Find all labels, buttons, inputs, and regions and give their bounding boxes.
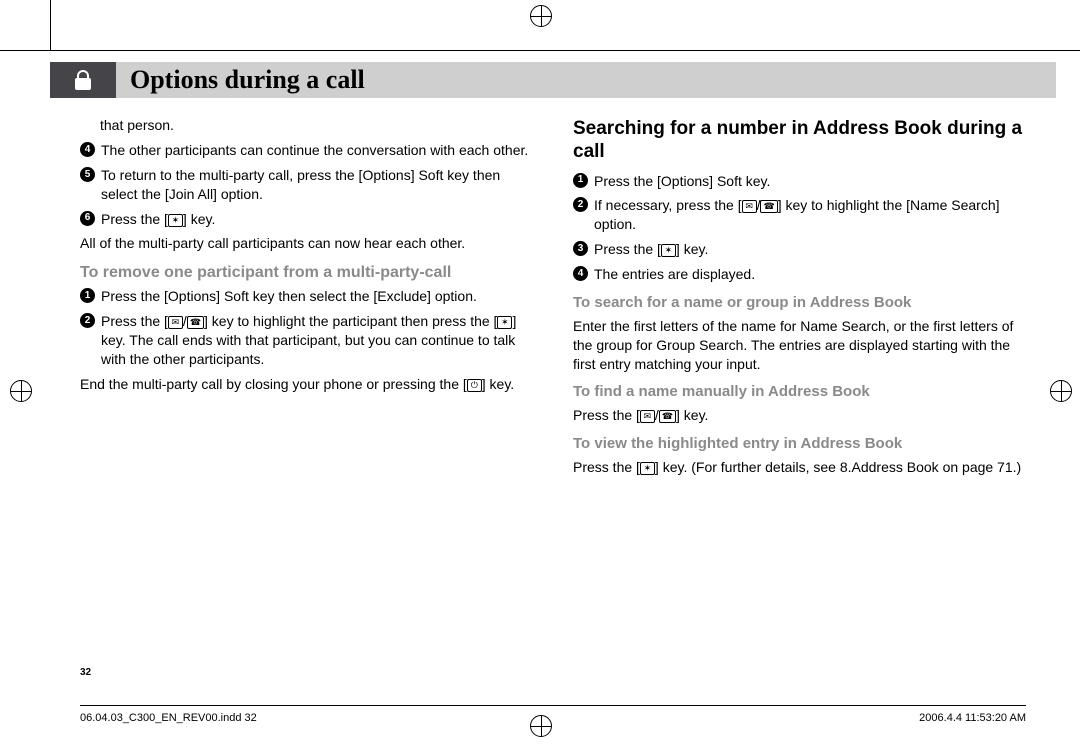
list-item: 2 Press the [✉/☎] key to highlight the p… bbox=[80, 312, 533, 369]
sub-outro-text: End the multi-party call by closing your… bbox=[80, 375, 533, 394]
list-item: 4 The entries are displayed. bbox=[573, 265, 1026, 284]
footer-right: 2006.4.4 11:53:20 AM bbox=[919, 712, 1026, 724]
list-item-text: Press the [Options] Soft key then select… bbox=[101, 287, 477, 306]
page-number: 32 bbox=[80, 667, 91, 678]
list-item: 6 Press the [✶] key. bbox=[80, 210, 533, 229]
end-key-icon: ⏻ bbox=[467, 379, 482, 392]
circled-number: 2 bbox=[80, 313, 95, 328]
list-item: 1 Press the [Options] Soft key. bbox=[573, 172, 1026, 191]
msg-key-icon: ✉ bbox=[742, 200, 757, 213]
msg-key-icon: ✉ bbox=[640, 410, 655, 423]
sub2-body: Press the [✉/☎] key. bbox=[573, 406, 1026, 425]
footer-left: 06.04.03_C300_EN_REV00.indd 32 bbox=[80, 712, 257, 724]
page-content: Options during a call that person. 4 The… bbox=[50, 50, 1056, 728]
circled-number: 5 bbox=[80, 167, 95, 182]
circled-number: 4 bbox=[80, 142, 95, 157]
subheading-view-highlighted-entry: To view the highlighted entry in Address… bbox=[573, 435, 1026, 454]
ok-key-icon: ✶ bbox=[661, 244, 676, 257]
title-text-wrap: Options during a call bbox=[116, 62, 1056, 98]
columns: that person. 4 The other participants ca… bbox=[50, 116, 1056, 483]
page-title: Options during a call bbox=[130, 65, 365, 95]
list-item-text: Press the [✶] key. bbox=[594, 240, 708, 259]
call-key-icon: ☎ bbox=[760, 200, 777, 213]
sub3-body: Press the [✶] key. (For further details,… bbox=[573, 458, 1026, 477]
subheading-remove-participant: To remove one participant from a multi-p… bbox=[80, 263, 533, 283]
after-items-text: All of the multi-party call participants… bbox=[80, 234, 533, 253]
left-column: that person. 4 The other participants ca… bbox=[80, 116, 533, 483]
list-item-text: Press the [✶] key. bbox=[101, 210, 215, 229]
list-item: 5 To return to the multi-party call, pre… bbox=[80, 166, 533, 204]
list-item: 2 If necessary, press the [✉/☎] key to h… bbox=[573, 196, 1026, 234]
list-item-text: The other participants can continue the … bbox=[101, 141, 528, 160]
msg-key-icon: ✉ bbox=[168, 316, 183, 329]
list-item: 4 The other participants can continue th… bbox=[80, 141, 533, 160]
list-item: 1 Press the [Options] Soft key then sele… bbox=[80, 287, 533, 306]
circled-number: 1 bbox=[80, 288, 95, 303]
circled-number: 6 bbox=[80, 211, 95, 226]
crop-tick-top-left bbox=[50, 0, 51, 50]
registration-mark-top bbox=[530, 5, 552, 27]
circled-number: 2 bbox=[573, 197, 588, 212]
circled-number: 3 bbox=[573, 241, 588, 256]
list-item-text: Press the [Options] Soft key. bbox=[594, 172, 770, 191]
list-item-text: The entries are displayed. bbox=[594, 265, 755, 284]
right-column: Searching for a number in Address Book d… bbox=[573, 116, 1026, 483]
title-bar: Options during a call bbox=[50, 62, 1056, 98]
list-item-text: Press the [✉/☎] key to highlight the par… bbox=[101, 312, 533, 369]
ok-key-icon: ✶ bbox=[640, 462, 655, 475]
list-item-text: If necessary, press the [✉/☎] key to hig… bbox=[594, 196, 1026, 234]
call-key-icon: ☎ bbox=[659, 410, 676, 423]
lock-icon bbox=[75, 70, 91, 90]
intro-fragment: that person. bbox=[100, 116, 533, 135]
footer: 06.04.03_C300_EN_REV00.indd 32 2006.4.4 … bbox=[80, 705, 1026, 724]
heading-search-address-book: Searching for a number in Address Book d… bbox=[573, 118, 1026, 164]
subheading-search-name-group: To search for a name or group in Address… bbox=[573, 294, 1026, 313]
call-key-icon: ☎ bbox=[187, 316, 204, 329]
registration-mark-left bbox=[10, 380, 32, 402]
circled-number: 1 bbox=[573, 173, 588, 188]
circled-number: 4 bbox=[573, 266, 588, 281]
ok-key-icon: ✶ bbox=[497, 316, 512, 329]
list-item-text: To return to the multi-party call, press… bbox=[101, 166, 533, 204]
subheading-find-name-manually: To find a name manually in Address Book bbox=[573, 383, 1026, 402]
title-tab bbox=[50, 62, 116, 98]
list-item: 3 Press the [✶] key. bbox=[573, 240, 1026, 259]
sub1-body: Enter the first letters of the name for … bbox=[573, 317, 1026, 374]
ok-key-icon: ✶ bbox=[168, 214, 183, 227]
